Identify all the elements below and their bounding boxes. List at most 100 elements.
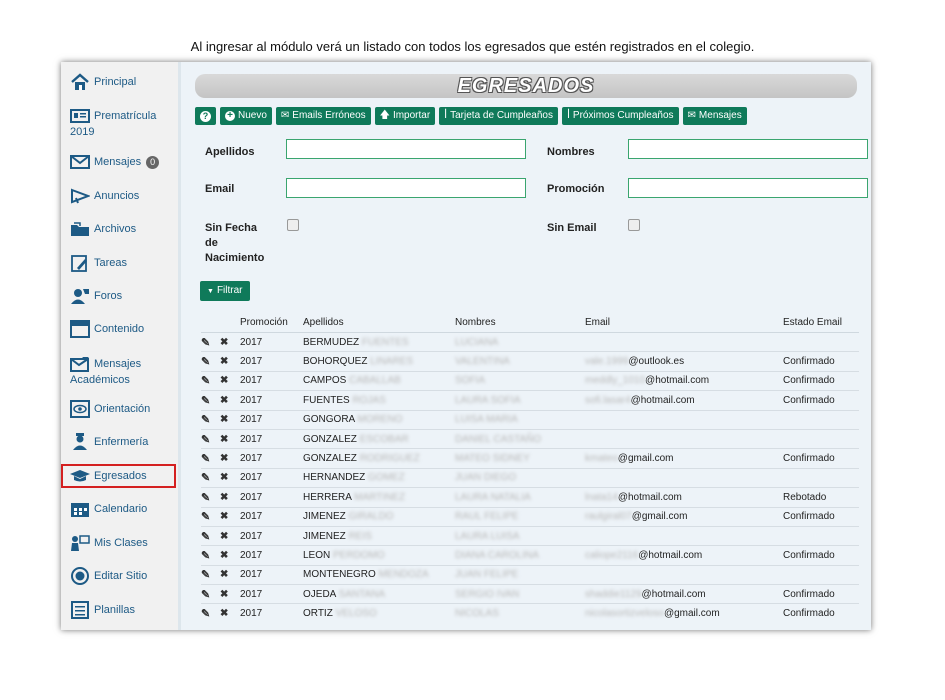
email-cell: nicolasortizveloso@gmail.com	[585, 603, 783, 624]
sidebar-item-mis-clases[interactable]: Mis Clases	[61, 534, 178, 552]
delete-x-icon[interactable]: ✖	[220, 390, 240, 411]
delete-x-icon[interactable]: ✖	[220, 565, 240, 586]
delete-x-icon[interactable]: ✖	[220, 448, 240, 469]
sidebar-item-calendario[interactable]: Calendario	[61, 500, 178, 518]
nombres-input[interactable]	[628, 139, 868, 159]
column-header[interactable]: Estado Email	[783, 313, 859, 333]
delete-x-icon[interactable]: ✖	[220, 487, 240, 508]
help-button[interactable]: ?	[195, 107, 216, 125]
selected-item-highlight	[61, 464, 176, 488]
edit-pencil-icon[interactable]: ✎	[201, 526, 220, 547]
task-pencil-icon	[70, 254, 90, 272]
delete-x-icon[interactable]: ✖	[220, 410, 240, 430]
edit-pencil-icon[interactable]: ✎	[201, 603, 220, 624]
estado-email-cell: Confirmado	[783, 390, 859, 411]
apellido-text: LEON	[303, 549, 331, 561]
sidebar-item-contenido[interactable]: Contenido	[61, 320, 178, 338]
sidebar-item-mensajes-academicos[interactable]: Mensajes Académicos	[61, 355, 178, 386]
nombre-blurred: SERGIO IVAN	[455, 588, 520, 600]
apellido-blurred: MARTINEZ	[354, 491, 406, 503]
email-input[interactable]	[286, 178, 526, 198]
apellido-blurred: VELOSO	[335, 608, 377, 620]
filtrar-button[interactable]: Filtrar	[200, 281, 250, 301]
promocion-input[interactable]	[628, 178, 868, 198]
sidebar: Principal Prematrícula 2019 Mensajes 0 A…	[61, 62, 181, 630]
nombres-cell: LUCIANA	[455, 332, 585, 353]
nombres-cell: JUAN FELIPE	[455, 565, 585, 586]
column-header[interactable]: Nombres	[455, 313, 585, 333]
email-domain: @hotmail.com	[617, 491, 682, 503]
sin-email-checkbox[interactable]	[628, 219, 640, 231]
edit-pencil-icon[interactable]: ✎	[201, 332, 220, 353]
email-cell	[585, 332, 783, 353]
email-domain: @hotmail.com	[630, 394, 695, 406]
edit-pencil-icon[interactable]: ✎	[201, 371, 220, 392]
promocion-cell: 2017	[240, 526, 303, 547]
sidebar-item-mensajes[interactable]: Mensajes 0	[61, 153, 178, 171]
delete-x-icon[interactable]: ✖	[220, 351, 240, 372]
table-row: ✎ ✖ 2017 GONZALEZ ESCOBAR DANIEL CASTAÑO	[201, 429, 859, 450]
sin-fecha-label: Sin Fecha de Nacimiento	[205, 221, 264, 266]
delete-x-icon[interactable]: ✖	[220, 507, 240, 527]
email-domain: @hotmail.com	[645, 375, 710, 387]
mensajes-button[interactable]: ✉ Mensajes	[682, 107, 747, 125]
edit-pencil-icon[interactable]: ✎	[201, 390, 220, 411]
delete-x-icon[interactable]: ✖	[220, 603, 240, 624]
delete-x-icon[interactable]: ✖	[220, 429, 240, 450]
delete-x-icon[interactable]: ✖	[220, 332, 240, 353]
sidebar-item-archivos[interactable]: Archivos	[61, 220, 178, 238]
sidebar-item-orientacion[interactable]: Orientación	[61, 400, 178, 418]
column-header[interactable]: Promoción	[240, 313, 303, 333]
emails-erroneos-button[interactable]: ✉ Emails Erróneos	[275, 107, 371, 125]
importar-button[interactable]: 🡅 Importar	[374, 107, 436, 125]
apellido-text: GONZALEZ	[303, 433, 357, 445]
tarjeta-cumpleanos-button[interactable]: ꟾ Tarjeta de Cumpleaños	[439, 107, 558, 125]
help-icon: ?	[200, 110, 211, 122]
edit-pencil-icon[interactable]: ✎	[201, 468, 220, 489]
sidebar-item-foros[interactable]: Foros	[61, 287, 178, 305]
email-cell	[585, 468, 783, 489]
proximos-label: Próximos Cumpleaños	[572, 110, 674, 121]
sidebar-item-principal[interactable]: Principal	[61, 73, 178, 91]
apellidos-cell: JIMENEZ GIRALDO	[303, 507, 455, 527]
edit-pencil-icon[interactable]: ✎	[201, 351, 220, 372]
delete-x-icon[interactable]: ✖	[220, 545, 240, 566]
apellido-blurred: MORENO	[357, 414, 403, 426]
edit-pencil-icon[interactable]: ✎	[201, 487, 220, 508]
apellido-text: OJEDA	[303, 588, 336, 600]
edit-pencil-icon[interactable]: ✎	[201, 507, 220, 527]
table-row: ✎ ✖ 2017 HERRERA MARTINEZ LAURA NATALIA lnata…	[201, 487, 859, 508]
apellidos-input[interactable]	[286, 139, 526, 159]
sidebar-item-tareas[interactable]: Tareas	[61, 254, 178, 272]
edit-pencil-icon[interactable]: ✎	[201, 545, 220, 566]
apellido-text: BOHORQUEZ	[303, 356, 368, 368]
edit-pencil-icon[interactable]: ✎	[201, 429, 220, 450]
sidebar-item-enfermeria[interactable]: Enfermería	[61, 433, 178, 451]
column-header[interactable]: Email	[585, 313, 783, 333]
importar-label: Importar	[392, 110, 431, 121]
edit-pencil-icon[interactable]: ✎	[201, 565, 220, 586]
delete-x-icon[interactable]: ✖	[220, 468, 240, 489]
sin-fecha-checkbox[interactable]	[287, 219, 299, 231]
apellido-blurred: ROJAS	[352, 394, 386, 406]
sidebar-item-editar-sitio[interactable]: Editar Sitio	[61, 567, 178, 585]
edit-pencil-icon[interactable]: ✎	[201, 584, 220, 605]
proximos-cumpleanos-button[interactable]: ꟾ Próximos Cumpleaños	[561, 107, 679, 125]
sidebar-item-planillas[interactable]: Planillas	[61, 601, 178, 619]
nombres-cell: NICOLAS	[455, 603, 585, 624]
sidebar-item-prematricula[interactable]: Prematrícula 2019	[61, 107, 178, 138]
sidebar-item-label-year: 2019	[70, 126, 95, 138]
table-row: ✎ ✖ 2017 HERNANDEZ GOMEZ JUAN DIEGO	[201, 468, 859, 489]
edit-pencil-icon[interactable]: ✎	[201, 410, 220, 430]
delete-x-icon[interactable]: ✖	[220, 526, 240, 547]
email-cell: kmateo@gmail.com	[585, 448, 783, 469]
apellido-blurred: GOMEZ	[368, 472, 405, 484]
delete-x-icon[interactable]: ✖	[220, 371, 240, 392]
nuevo-button[interactable]: + Nuevo	[220, 107, 272, 125]
delete-x-icon[interactable]: ✖	[220, 584, 240, 605]
promocion-cell: 2017	[240, 332, 303, 353]
sidebar-item-anuncios[interactable]: Anuncios	[61, 187, 178, 205]
column-header[interactable]: Apellidos	[303, 313, 455, 333]
promocion-cell: 2017	[240, 507, 303, 527]
edit-pencil-icon[interactable]: ✎	[201, 448, 220, 469]
